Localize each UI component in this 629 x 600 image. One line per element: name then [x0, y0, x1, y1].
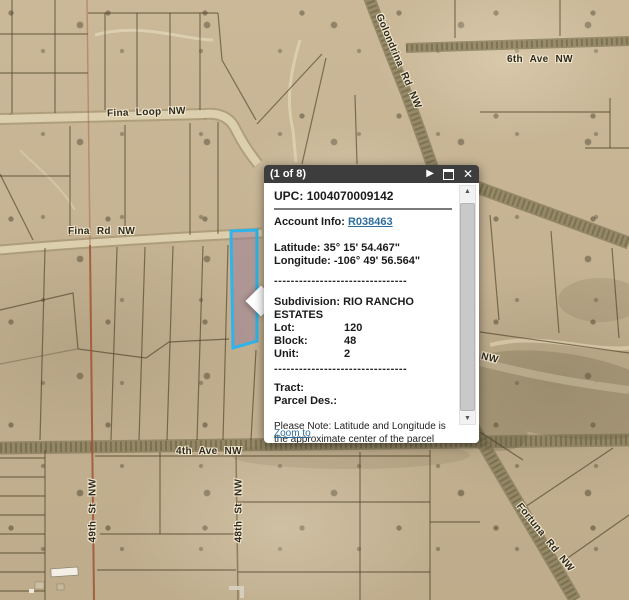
divider-rule	[274, 208, 452, 210]
longitude-value: -106° 49' 56.564"	[334, 255, 420, 267]
dashed-divider: --------------------------------	[274, 275, 456, 288]
buildings	[29, 567, 244, 598]
road-label-6th-ave: 6th Ave NW	[507, 54, 573, 65]
close-icon[interactable]: ✕	[463, 169, 473, 179]
longitude-line: Longitude: -106° 49' 56.564"	[274, 255, 451, 268]
account-label: Account Info:	[274, 216, 345, 228]
unit-row: Unit: 2	[274, 348, 451, 361]
popup-title: (1 of 8)	[270, 168, 417, 180]
tract-line: Tract:	[274, 382, 451, 395]
latitude-label: Latitude:	[274, 242, 320, 254]
popup-header[interactable]: (1 of 8) ▶ ✕	[264, 165, 479, 183]
subdivision-line: Subdivision: RIO RANCHO ESTATES	[274, 296, 451, 322]
map-viewport[interactable]: Fina Loop NW Golondrina Rd NW 6th Ave NW…	[0, 0, 629, 600]
scroll-thumb[interactable]	[460, 203, 475, 411]
dashed-divider-2: --------------------------------	[274, 363, 456, 376]
next-feature-icon[interactable]: ▶	[426, 169, 434, 179]
upc-line: UPC: 1004070009142	[274, 190, 451, 203]
longitude-label: Longitude:	[274, 255, 331, 267]
lot-label: Lot:	[274, 322, 344, 335]
popup-body: UPC: 1004070009142 Account Info: R038463…	[264, 183, 479, 443]
latitude-value: 35° 15' 54.467"	[324, 242, 400, 254]
road-label-4th-ave: 4th Ave NW	[176, 446, 242, 457]
popup-scrollbar[interactable]: ▲ ▼	[459, 185, 476, 425]
road-label-49th-st: 49th St NW	[88, 481, 99, 543]
parcel-info-popup: (1 of 8) ▶ ✕ UPC: 1004070009142 Account …	[264, 165, 479, 443]
unit-label: Unit:	[274, 348, 344, 361]
zoom-to-link[interactable]: Zoom to	[274, 427, 311, 440]
lot-value: 120	[344, 322, 362, 335]
road-label-fina-rd: Fina Rd NW	[68, 226, 135, 237]
tract-label: Tract:	[274, 382, 304, 394]
road-label-48th-st: 48th St NW	[234, 481, 245, 543]
selected-parcel-highlight[interactable]	[231, 230, 257, 348]
upc-value: 1004070009142	[307, 189, 394, 203]
latitude-line: Latitude: 35° 15' 54.467"	[274, 242, 451, 255]
account-line: Account Info: R038463	[274, 216, 451, 229]
upc-label: UPC:	[274, 189, 303, 203]
unit-value: 2	[344, 348, 350, 361]
scroll-down-icon[interactable]: ▼	[464, 413, 471, 424]
maximize-icon[interactable]	[443, 169, 454, 180]
account-link[interactable]: R038463	[348, 216, 393, 228]
block-label: Block:	[274, 335, 344, 348]
lot-row: Lot: 120	[274, 322, 451, 335]
parcel-des-line: Parcel Des.:	[274, 395, 451, 408]
block-row: Block: 48	[274, 335, 451, 348]
subdivision-label: Subdivision:	[274, 296, 340, 308]
block-value: 48	[344, 335, 356, 348]
scroll-up-icon[interactable]: ▲	[464, 186, 471, 197]
parcel-des-label: Parcel Des.:	[274, 395, 337, 407]
